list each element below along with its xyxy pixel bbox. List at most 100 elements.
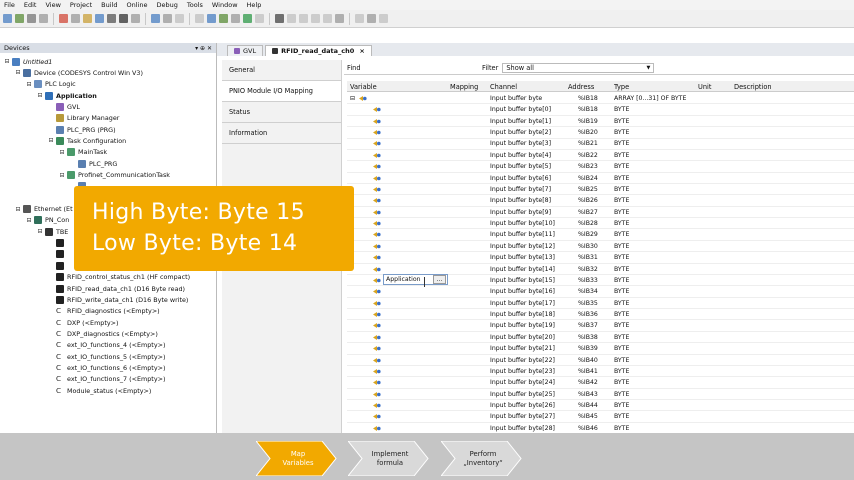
tree-item[interactable]: RFID_control_status_ch1 (HF compact) — [48, 272, 190, 283]
menu-project[interactable]: Project — [70, 1, 92, 9]
tree-item[interactable] — [48, 238, 67, 249]
table-row[interactable]: Input buffer byte[0] %IB18 BYTE — [347, 104, 854, 116]
tree-item[interactable] — [48, 249, 67, 260]
tree-item[interactable]: ᑕ ext_IO_functions_7 (<Empty>) — [48, 374, 165, 385]
column-header-unit[interactable]: Unit — [698, 83, 711, 91]
login-icon[interactable] — [207, 14, 216, 23]
stop-icon[interactable] — [243, 14, 252, 23]
tree-item[interactable]: RFID_read_data_ch1 (D16 Byte read) — [48, 283, 185, 294]
tree-item[interactable]: ᑕ ext_IO_functions_6 (<Empty>) — [48, 362, 165, 373]
expand-toggle-icon[interactable]: ⊟ — [4, 58, 10, 65]
tree-item[interactable]: ᑕ ext_IO_functions_5 (<Empty>) — [48, 351, 165, 362]
tree-item[interactable]: GVL — [48, 101, 80, 112]
breakpoint-icon[interactable] — [275, 14, 284, 23]
table-row[interactable]: ⊟ Input buffer byte %IB18 ARRAY [0...31] OF… — [347, 93, 854, 105]
tree-item[interactable]: PLC_PRG — [70, 158, 117, 169]
print-icon[interactable] — [39, 14, 48, 23]
tree-item[interactable]: ⊟ Profinet_CommunicationTask — [59, 170, 170, 181]
expand-toggle-icon[interactable]: ⊟ — [59, 172, 65, 179]
tree-item[interactable]: RFID_write_data_ch1 (D16 Byte write) — [48, 294, 188, 305]
table-row[interactable]: Input buffer byte[13] %IB31 BYTE — [347, 252, 854, 264]
side-tab-information[interactable]: Information — [222, 123, 341, 144]
redo-icon[interactable] — [71, 14, 80, 23]
panel-controls[interactable]: ▾ ⊕ ✕ — [195, 45, 212, 52]
table-row[interactable]: Input buffer byte[18] %IB36 BYTE — [347, 309, 854, 321]
tree-item[interactable]: ⊟ PLC Logic — [26, 79, 76, 90]
menu-tools[interactable]: Tools — [187, 1, 203, 9]
close-icon[interactable]: × — [359, 47, 364, 55]
side-tab-status[interactable]: Status — [222, 102, 341, 123]
table-row[interactable]: Input buffer byte[7] %IB25 BYTE — [347, 184, 854, 196]
table-row[interactable]: Input buffer byte[10] %IB28 BYTE — [347, 218, 854, 230]
step-into-icon[interactable] — [299, 14, 308, 23]
table-row[interactable]: Input buffer byte[4] %IB22 BYTE — [347, 150, 854, 162]
table-row[interactable]: Input buffer byte[5] %IB23 BYTE — [347, 161, 854, 173]
table-row[interactable]: Input buffer byte[21] %IB39 BYTE — [347, 343, 854, 355]
table-row[interactable]: Input buffer byte[12] %IB30 BYTE — [347, 241, 854, 253]
table-row[interactable]: Input buffer byte[24] %IB42 BYTE — [347, 377, 854, 389]
side-tab-general[interactable]: General — [222, 60, 341, 81]
tree-item[interactable]: ⊟ Ethernet (Et — [15, 204, 73, 215]
menu-help[interactable]: Help — [247, 1, 262, 9]
table-row[interactable]: Input buffer byte[19] %IB37 BYTE — [347, 320, 854, 332]
new-icon[interactable] — [3, 14, 12, 23]
tree-item[interactable]: ⊟ Task Configuration — [48, 135, 126, 146]
paste-icon[interactable] — [107, 14, 116, 23]
release-icon[interactable] — [379, 14, 388, 23]
tree-item[interactable]: PLC_PRG (PRG) — [48, 124, 116, 135]
collapse-toggle-icon[interactable]: ⊟ — [350, 95, 355, 102]
run-to-cursor-icon[interactable] — [323, 14, 332, 23]
menu-online[interactable]: Online — [127, 1, 148, 9]
step-over-icon[interactable] — [287, 14, 296, 23]
column-header-channel[interactable]: Channel — [490, 83, 517, 91]
column-header-description[interactable]: Description — [734, 83, 772, 91]
start-icon[interactable] — [231, 14, 240, 23]
expand-toggle-icon[interactable]: ⊟ — [59, 149, 65, 156]
table-row[interactable]: Input buffer byte[23] %IB41 BYTE — [347, 366, 854, 378]
table-row[interactable]: Input buffer byte[25] %IB43 BYTE — [347, 389, 854, 400]
build-all-icon[interactable] — [195, 14, 204, 23]
column-header-mapping[interactable]: Mapping — [450, 83, 478, 91]
tree-item[interactable]: ᑕ ext_IO_functions_4 (<Empty>) — [48, 340, 165, 351]
tree-item[interactable]: ⊟ MainTask — [59, 147, 107, 158]
column-header-address[interactable]: Address — [568, 83, 594, 91]
table-row[interactable]: Input buffer byte[8] %IB26 BYTE — [347, 195, 854, 207]
expand-toggle-icon[interactable]: ⊟ — [37, 228, 43, 235]
tree-item[interactable]: ⊟ Untitled1 — [4, 56, 52, 67]
table-row[interactable]: Input buffer byte[17] %IB35 BYTE — [347, 298, 854, 310]
step-out-icon[interactable] — [311, 14, 320, 23]
table-row[interactable]: Input buffer byte[16] %IB34 BYTE — [347, 286, 854, 298]
expand-toggle-icon[interactable]: ⊟ — [37, 92, 43, 99]
logout-icon[interactable] — [219, 14, 228, 23]
tree-item[interactable]: ⊟ Device (CODESYS Control Win V3) — [15, 67, 143, 78]
menu-build[interactable]: Build — [101, 1, 117, 9]
table-row[interactable]: Input buffer byte[2] %IB20 BYTE — [347, 127, 854, 139]
bookmark-icon[interactable] — [163, 14, 172, 23]
expand-toggle-icon[interactable]: ⊟ — [26, 217, 32, 224]
tab-rfid_read_data_ch0[interactable]: RFID_read_data_ch0 × — [265, 45, 372, 56]
build-icon[interactable] — [175, 14, 184, 23]
cut-icon[interactable] — [83, 14, 92, 23]
table-row[interactable]: Input buffer byte[20] %IB38 BYTE — [347, 332, 854, 344]
menu-debug[interactable]: Debug — [156, 1, 177, 9]
menu-window[interactable]: Window — [212, 1, 238, 9]
menu-view[interactable]: View — [45, 1, 60, 9]
tree-item[interactable] — [48, 260, 67, 271]
write-values-icon[interactable] — [355, 14, 364, 23]
tree-item[interactable]: ᑕ Module_status (<Empty>) — [48, 385, 151, 396]
reset-icon[interactable] — [255, 14, 264, 23]
tree-item[interactable]: ᑕ RFID_diagnostics (<Empty>) — [48, 306, 160, 317]
open-icon[interactable] — [15, 14, 24, 23]
table-row[interactable]: Input buffer byte[3] %IB21 BYTE — [347, 138, 854, 150]
input-assistant-button[interactable]: ... — [433, 275, 446, 284]
tree-item[interactable]: ⊟ PN_Con — [26, 215, 69, 226]
replace-icon[interactable] — [151, 14, 160, 23]
copy-icon[interactable] — [95, 14, 104, 23]
table-row[interactable]: Input buffer byte[27] %IB45 BYTE — [347, 411, 854, 423]
menu-edit[interactable]: Edit — [24, 1, 37, 9]
delete-icon[interactable] — [119, 14, 128, 23]
force-icon[interactable] — [367, 14, 376, 23]
expand-toggle-icon[interactable]: ⊟ — [15, 69, 21, 76]
tab-gvl[interactable]: GVL — [227, 45, 264, 56]
table-row[interactable]: Input buffer byte[26] %IB44 BYTE — [347, 400, 854, 412]
